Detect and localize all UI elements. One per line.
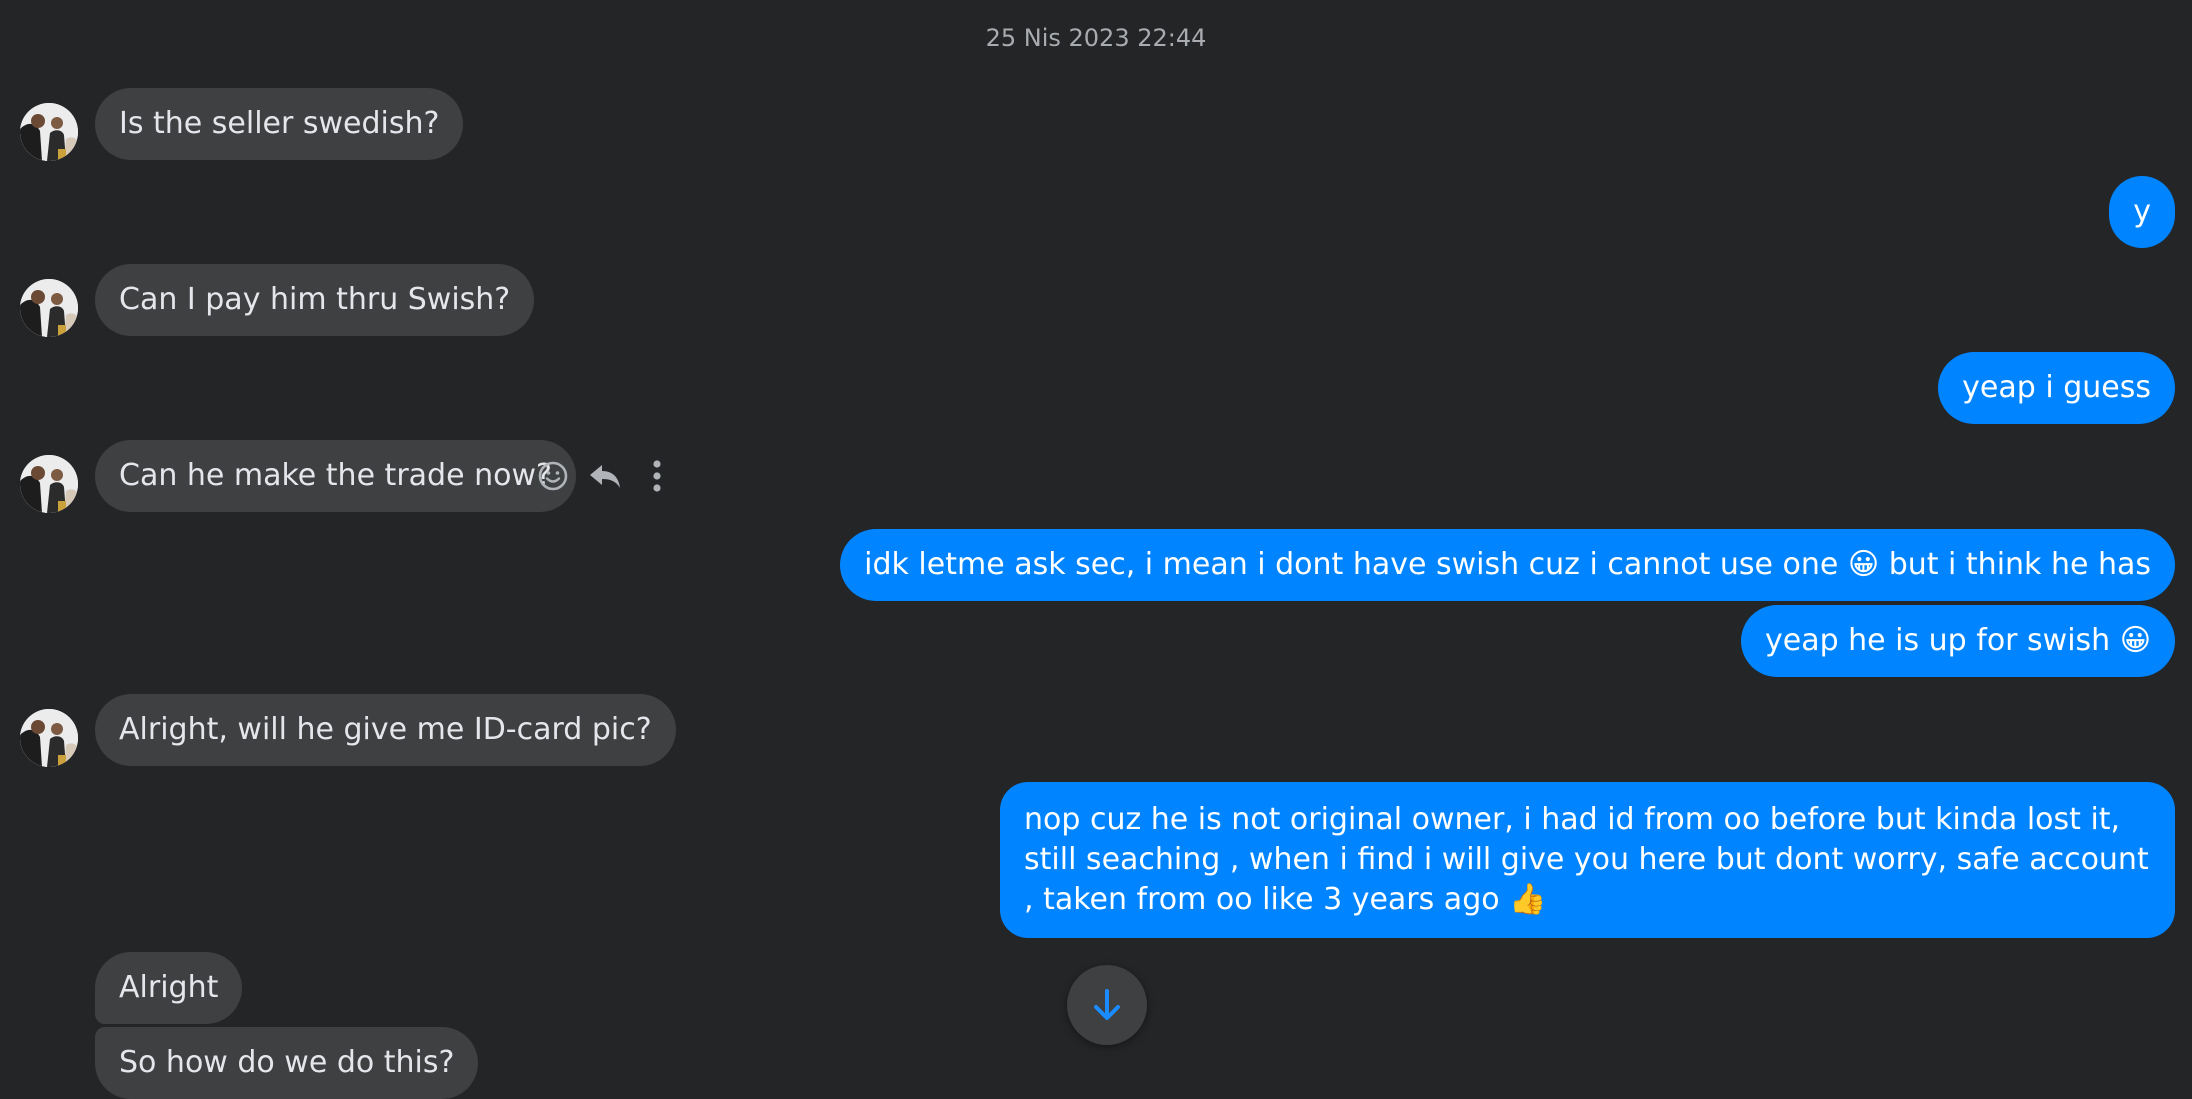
- scroll-to-bottom-button[interactable]: [1067, 965, 1147, 1045]
- incoming-message[interactable]: So how do we do this?: [95, 1027, 479, 1099]
- more-options-icon[interactable]: [639, 458, 675, 494]
- outgoing-message[interactable]: nop cuz he is not original owner, i had …: [1000, 782, 2175, 938]
- sender-avatar[interactable]: [20, 455, 78, 513]
- arrow-down-icon: [1094, 989, 1120, 1020]
- outgoing-message[interactable]: y: [2109, 176, 2175, 248]
- incoming-message[interactable]: Is the seller swedish?: [95, 88, 464, 160]
- reply-icon[interactable]: [587, 458, 623, 494]
- incoming-message[interactable]: Can I pay him thru Swish?: [95, 264, 535, 336]
- incoming-message[interactable]: Alright: [95, 952, 243, 1024]
- outgoing-message[interactable]: yeap i guess: [1938, 352, 2175, 424]
- conversation-timestamp: 25 Nis 2023 22:44: [985, 24, 1207, 52]
- sender-avatar[interactable]: [20, 103, 78, 161]
- outgoing-message[interactable]: yeap he is up for swish 😀: [1740, 605, 2175, 677]
- sender-avatar[interactable]: [20, 709, 78, 767]
- sender-avatar[interactable]: [20, 279, 78, 337]
- incoming-message[interactable]: Can he make the trade now?: [95, 440, 576, 512]
- outgoing-message[interactable]: idk letme ask sec, i mean i dont have sw…: [840, 529, 2175, 601]
- emoji-icon[interactable]: [535, 458, 571, 494]
- message-actions: [535, 458, 675, 494]
- incoming-message[interactable]: Alright, will he give me ID-card pic?: [95, 694, 676, 766]
